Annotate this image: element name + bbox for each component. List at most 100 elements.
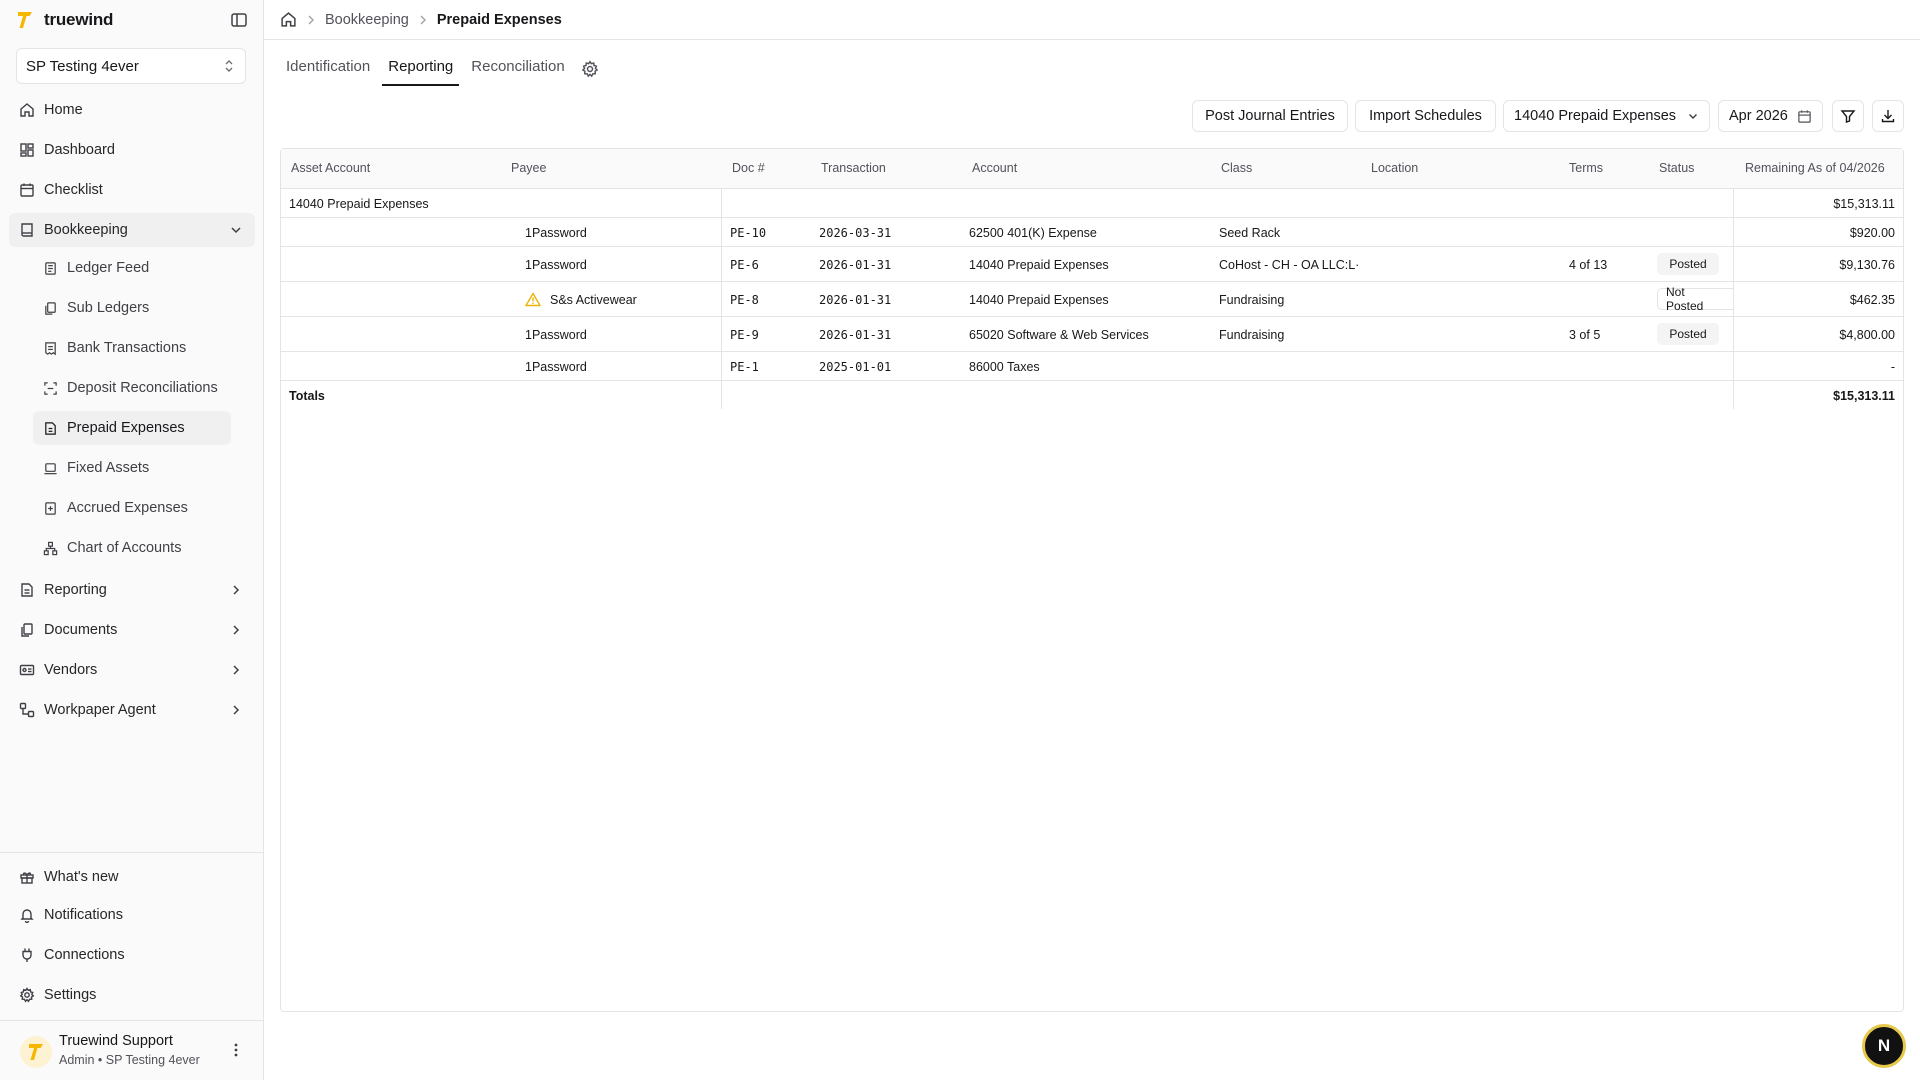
network-icon — [43, 541, 58, 555]
tab-identification[interactable]: Identification — [280, 52, 376, 86]
cell-account: 14040 Prepaid Expenses — [969, 258, 1109, 272]
breadcrumb-current: Prepaid Expenses — [436, 11, 562, 28]
nav-documents[interactable]: Documents — [9, 613, 255, 647]
sidebar-item-fixed-assets[interactable]: Fixed Assets — [33, 451, 231, 485]
cell-remaining: $9,130.76 — [1839, 258, 1895, 272]
breadcrumb: Bookkeeping Prepaid Expenses — [280, 11, 562, 28]
column-header-class[interactable]: Class — [1221, 161, 1252, 175]
table-totals-row: Totals $15,313.11 — [281, 381, 1903, 409]
totals-remaining: $15,313.11 — [1833, 389, 1895, 403]
chevron-right-icon — [233, 705, 240, 715]
truewind-logo-icon — [29, 1044, 43, 1060]
tab-reconciliation[interactable]: Reconciliation — [465, 52, 570, 86]
table-row[interactable]: 1Password PE-1 2025-01-01 86000 Taxes - — [281, 352, 1903, 381]
nav-bookkeeping[interactable]: Bookkeeping — [9, 213, 255, 247]
sidebar-item-bank-transactions[interactable]: Bank Transactions — [33, 331, 231, 365]
cell-remaining: $462.35 — [1849, 293, 1895, 307]
import-schedules-button[interactable]: Import Schedules — [1355, 100, 1496, 132]
file-text-icon — [21, 583, 33, 597]
period-value: Apr 2026 — [1729, 108, 1788, 124]
gift-icon — [20, 872, 34, 884]
table-row[interactable]: S&s Activewear PE-8 2026-01-31 14040 Pre… — [281, 282, 1903, 317]
download-button[interactable] — [1872, 100, 1904, 132]
chevron-down-icon — [1689, 114, 1697, 119]
chevron-right-icon — [420, 15, 426, 24]
sidebar-item-accrued-expenses[interactable]: Accrued Expenses — [33, 491, 231, 525]
cell-transaction: 2025-01-01 — [819, 360, 892, 374]
nav-reporting-label: Reporting — [44, 582, 107, 598]
period-picker[interactable]: Apr 2026 — [1718, 100, 1823, 132]
user-role: Admin • SP Testing 4ever — [59, 1053, 200, 1067]
brand-name: truewind — [44, 10, 114, 29]
cell-transaction: 2026-01-31 — [819, 293, 892, 307]
id-card-icon — [19, 664, 35, 676]
nav-vendors[interactable]: Vendors — [9, 653, 255, 687]
sidebar-toggle-icon[interactable] — [230, 11, 248, 29]
file-dollar-icon — [45, 421, 56, 435]
avatar — [20, 1036, 52, 1068]
sidebar-item-chart-of-accounts[interactable]: Chart of Accounts — [33, 531, 231, 565]
column-header-terms[interactable]: Terms — [1569, 161, 1603, 175]
more-vertical-icon[interactable] — [228, 1042, 244, 1058]
column-header-transaction[interactable]: Transaction — [821, 161, 886, 175]
nav-checklist[interactable]: Checklist — [9, 173, 255, 207]
company-selector[interactable]: SP Testing 4ever — [16, 48, 246, 84]
nav-connections[interactable]: Connections — [9, 938, 255, 972]
nav-whats-new[interactable]: What's new — [9, 860, 255, 894]
column-header-asset-account[interactable]: Asset Account — [291, 161, 370, 175]
cell-class: CoHost - CH - OA LLC:L· — [1219, 258, 1360, 272]
cell-class: Fundraising — [1219, 328, 1285, 342]
company-selector-value: SP Testing 4ever — [26, 57, 139, 75]
gear-icon[interactable] — [581, 60, 599, 78]
cell-account: 62500 401(K) Expense — [969, 226, 1097, 240]
nav-home[interactable]: Home — [9, 93, 255, 127]
post-journal-entries-button[interactable]: Post Journal Entries — [1192, 100, 1348, 132]
filter-button[interactable] — [1832, 100, 1864, 132]
chevron-right-icon — [233, 625, 240, 635]
nav-workpaper-agent[interactable]: Workpaper Agent — [9, 693, 255, 727]
cell-remaining: $4,800.00 — [1839, 328, 1895, 342]
sidebar-item-deposit-reconciliations[interactable]: Deposit Reconciliations — [33, 371, 231, 405]
account-filter-select[interactable]: 14040 Prepaid Expenses — [1503, 100, 1710, 132]
status-badge: Posted — [1657, 323, 1719, 345]
table-group-row[interactable]: 14040 Prepaid Expenses $15,313.11 — [281, 189, 1903, 218]
nav-notifications-label: Notifications — [44, 907, 123, 923]
truewind-logo-icon — [18, 12, 32, 28]
nav-dashboard[interactable]: Dashboard — [9, 133, 255, 167]
column-header-location[interactable]: Location — [1371, 161, 1418, 175]
breadcrumb-parent[interactable]: Bookkeeping — [325, 12, 409, 28]
sidebar-item-sub-ledgers[interactable]: Sub Ledgers — [33, 291, 231, 325]
nav-home-label: Home — [44, 102, 83, 118]
chevron-right-icon — [233, 665, 240, 675]
totals-label: Totals — [289, 389, 325, 403]
tab-reporting[interactable]: Reporting — [382, 52, 460, 86]
sidebar-item-prepaid-expenses[interactable]: Prepaid Expenses — [33, 411, 231, 445]
column-header-remaining[interactable]: Remaining As of 04/2026 — [1745, 161, 1885, 175]
column-header-status[interactable]: Status — [1659, 161, 1694, 175]
calendar-icon — [1798, 109, 1811, 123]
bell-icon — [20, 909, 34, 923]
sidebar-item-label: Chart of Accounts — [67, 540, 182, 556]
brand[interactable]: truewind — [16, 8, 113, 32]
nav-workpaper-agent-label: Workpaper Agent — [44, 702, 156, 718]
cell-payee: 1Password — [525, 226, 587, 240]
warning-icon[interactable] — [525, 292, 541, 307]
group-remaining: $15,313.11 — [1833, 197, 1895, 211]
column-header-doc[interactable]: Doc # — [732, 161, 765, 175]
table-row[interactable]: 1Password PE-10 2026-03-31 62500 401(K) … — [281, 218, 1903, 247]
nav-notifications[interactable]: Notifications — [9, 898, 255, 932]
home-icon[interactable] — [280, 11, 297, 28]
chevron-right-icon — [308, 15, 314, 24]
chevron-down-icon — [231, 227, 241, 234]
assistant-button[interactable]: N — [1862, 1024, 1906, 1068]
table-row[interactable]: 1Password PE-6 2026-01-31 14040 Prepaid … — [281, 247, 1903, 282]
user-profile[interactable]: Truewind Support Admin • SP Testing 4eve… — [20, 1030, 250, 1072]
table-row[interactable]: 1Password PE-9 2026-01-31 65020 Software… — [281, 317, 1903, 352]
sidebar-item-ledger-feed[interactable]: Ledger Feed — [33, 251, 231, 285]
tab-bar: Identification Reporting Reconciliation — [280, 52, 599, 86]
cell-transaction: 2026-03-31 — [819, 226, 892, 240]
column-header-payee[interactable]: Payee — [511, 161, 546, 175]
nav-reporting[interactable]: Reporting — [9, 573, 255, 607]
nav-settings[interactable]: Settings — [9, 978, 255, 1012]
column-header-account[interactable]: Account — [972, 161, 1017, 175]
